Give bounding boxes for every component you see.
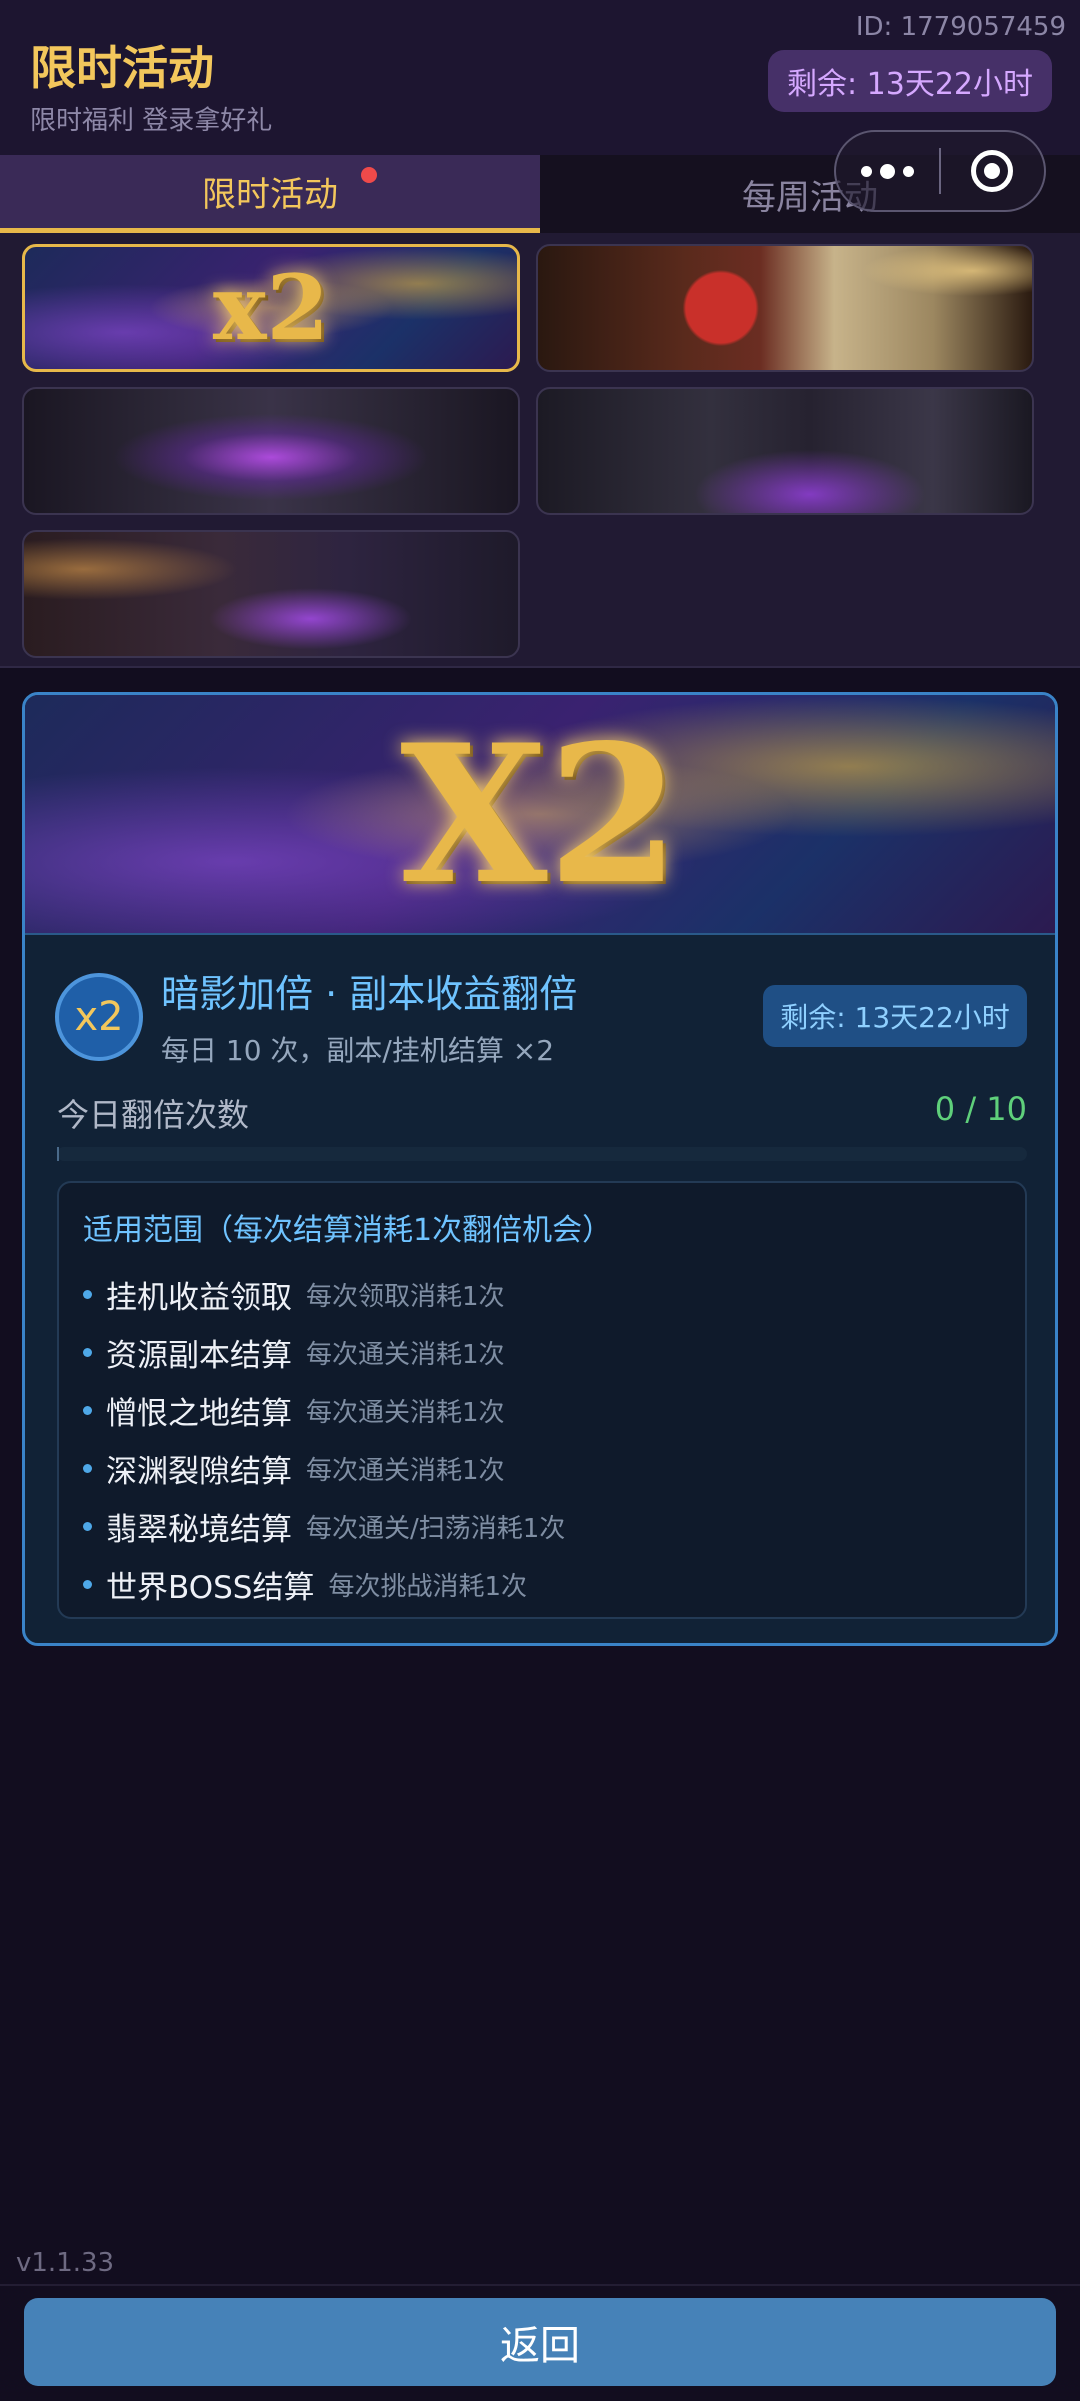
miniprogram-capsule [834, 130, 1046, 212]
page-title: 限时活动 [30, 41, 214, 95]
scope-item-name: 资源副本结算 [106, 1337, 292, 1374]
event-banner: X2 [25, 695, 1055, 935]
user-id: ID: 1779057459 [855, 12, 1066, 42]
event-thumb-signin-book[interactable] [536, 244, 1034, 372]
scope-item-note: 每次领取消耗1次 [306, 1281, 505, 1312]
double-count-label: 今日翻倍次数 [57, 1096, 250, 1134]
scope-item-name: 深渊裂隙结算 [106, 1453, 292, 1490]
notification-dot [361, 167, 377, 183]
x2-badge-icon: x2 [55, 973, 143, 1061]
more-dots-icon[interactable] [836, 132, 939, 210]
remaining-time-badge: 剩余: 13天22小时 [768, 50, 1052, 112]
target-close-icon[interactable] [941, 132, 1044, 210]
list-item: 挂机收益领取 每次领取消耗1次 [83, 1265, 565, 1323]
bullet-icon [83, 1405, 92, 1415]
bullet-icon [83, 1289, 92, 1299]
scope-item-note: 每次通关消耗1次 [306, 1339, 505, 1370]
event-detail-card: X2 x2 暗影加倍 · 副本收益翻倍 每日 10 次，副本/挂机结算 ×2 剩… [22, 692, 1058, 1646]
scope-item-name: 挂机收益领取 [106, 1279, 292, 1316]
progress-start-marker [57, 1147, 59, 1161]
event-thumb-double-reward[interactable]: x2 [22, 244, 520, 372]
bullet-icon [83, 1521, 92, 1531]
app-version: v1.1.33 [16, 2248, 115, 2278]
list-item: 世界BOSS结算 每次挑战消耗1次 [83, 1555, 565, 1613]
event-title: 暗影加倍 · 副本收益翻倍 [161, 972, 578, 1016]
scope-item-note: 每次通关消耗1次 [306, 1455, 505, 1486]
footer-divider [0, 2284, 1080, 2286]
banner-x2-text: X2 [400, 702, 680, 926]
x2-art-text: x2 [212, 255, 330, 361]
bullet-icon [83, 1347, 92, 1357]
bullet-icon [83, 1463, 92, 1473]
scope-item-name: 世界BOSS结算 [106, 1569, 315, 1606]
back-button[interactable]: 返回 [24, 2298, 1056, 2386]
list-item: 资源副本结算 每次通关消耗1次 [83, 1323, 565, 1381]
double-count-value: 0 / 10 [934, 1090, 1027, 1128]
scope-item-name: 翡翠秘境结算 [106, 1511, 292, 1548]
page-subtitle: 限时福利 登录拿好礼 [30, 106, 273, 136]
list-item: 憎恨之地结算 每次通关消耗1次 [83, 1381, 565, 1439]
scope-panel: 适用范围（每次结算消耗1次翻倍机会） 挂机收益领取 每次领取消耗1次 资源副本结… [57, 1181, 1027, 1619]
event-thumb-dungeon-corridor[interactable] [536, 387, 1034, 515]
event-description: 每日 10 次，副本/挂机结算 ×2 [161, 1034, 555, 1067]
scope-item-note: 每次通关消耗1次 [306, 1397, 505, 1428]
scope-item-note: 每次挑战消耗1次 [328, 1571, 528, 1602]
list-item: 翡翠秘境结算 每次通关/扫荡消耗1次 [83, 1497, 565, 1555]
event-thumb-dark-altar[interactable] [22, 387, 520, 515]
tab-limited-events[interactable]: 限时活动 [0, 155, 540, 233]
scope-item-name: 憎恨之地结算 [106, 1395, 292, 1432]
scope-item-note: 每次通关/扫荡消耗1次 [306, 1513, 566, 1544]
scope-title: 适用范围（每次结算消耗1次翻倍机会） [83, 1213, 613, 1248]
double-count-progress [57, 1147, 1027, 1161]
bullet-icon [83, 1579, 92, 1589]
list-item: 深渊裂隙结算 每次通关消耗1次 [83, 1439, 565, 1497]
event-thumb-mystic-shop[interactable] [22, 530, 520, 658]
scope-list: 挂机收益领取 每次领取消耗1次 资源副本结算 每次通关消耗1次 憎恨之地结算 每… [83, 1265, 565, 1613]
event-thumbnail-grid: x2 [0, 233, 1080, 668]
tab-label: 限时活动 [202, 175, 338, 215]
event-remaining-badge: 剩余: 13天22小时 [763, 985, 1027, 1047]
